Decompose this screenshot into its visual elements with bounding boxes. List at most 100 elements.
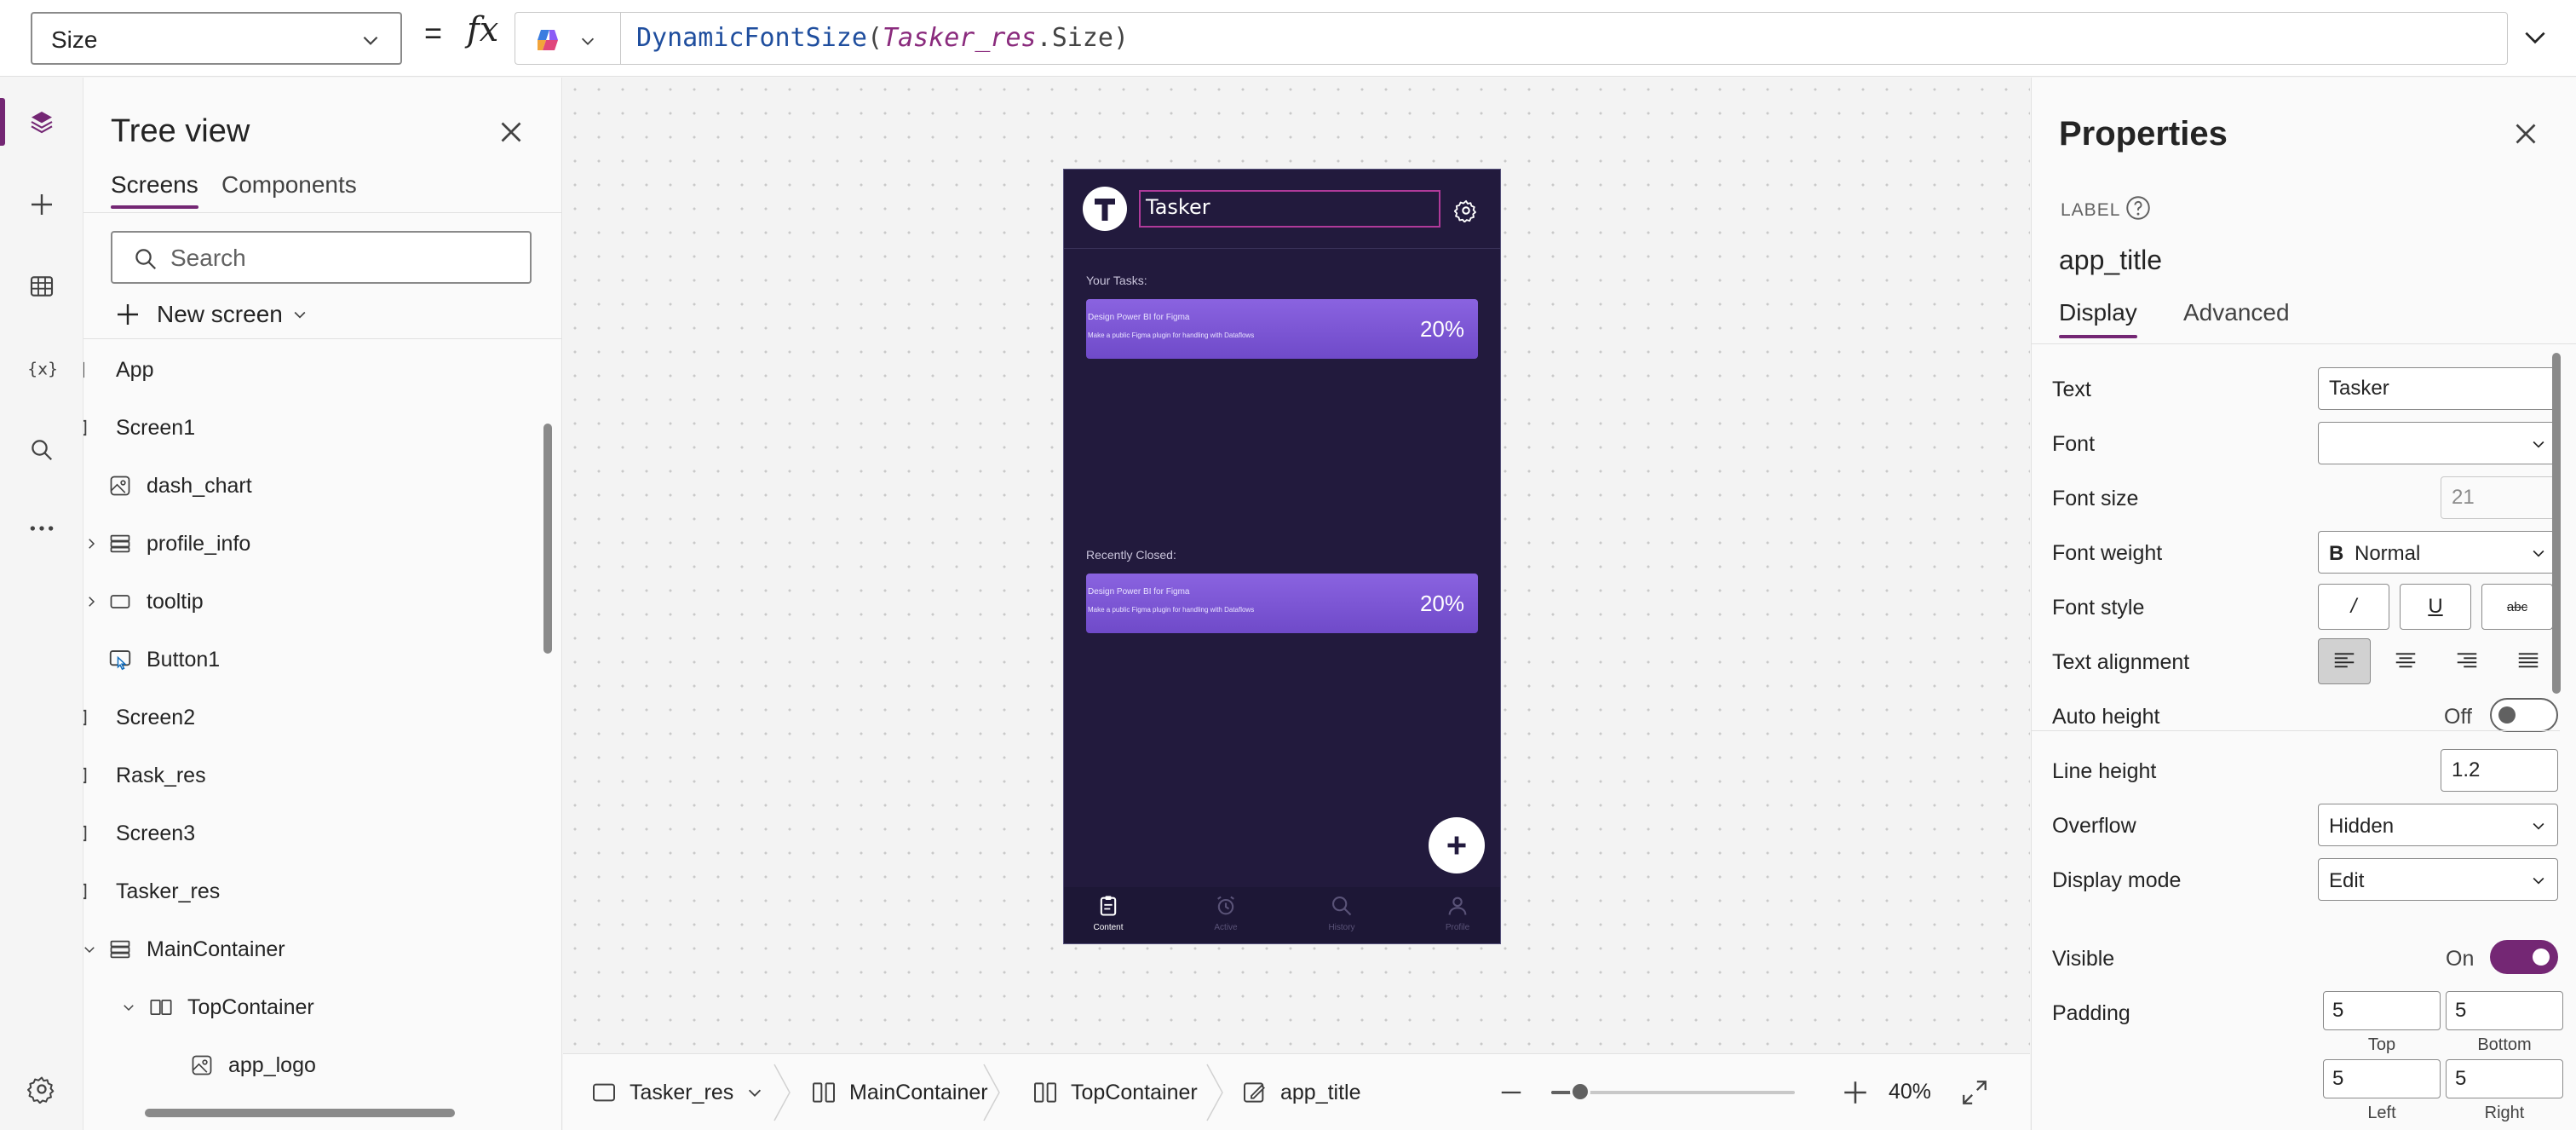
control-type: LABEL [2061,200,2121,220]
chevron-down-icon[interactable] [83,942,97,957]
search-button[interactable] [20,429,63,471]
text-input[interactable]: Tasker [2318,367,2558,410]
scrollbar-thumb[interactable] [145,1109,455,1117]
copilot-button[interactable] [515,12,620,65]
tree-node-dash-chart[interactable]: dash_chart [106,458,252,514]
formula-input[interactable]: DynamicFontSize(Tasker_res.Size) [620,12,2508,65]
breadcrumb-app-title[interactable]: app_title [1241,1075,1361,1110]
align-center-button[interactable] [2379,638,2432,684]
italic-button[interactable]: / [2318,584,2389,630]
label-edit-icon [1244,1082,1265,1103]
breadcrumb-screen[interactable]: Tasker_res [590,1075,764,1110]
chevron-right-icon[interactable] [83,594,99,609]
task-card[interactable]: Design Power BI for Figma Make a public … [1086,299,1478,359]
close-icon[interactable] [2510,118,2541,149]
task-subtitle: Make a public Figma plugin for handling … [1088,606,1255,614]
display-mode-dropdown[interactable]: Edit [2318,858,2558,901]
tree-node-screen3[interactable]: Screen3 [83,805,195,862]
task-card[interactable]: Design Power BI for Figma Make a public … [1086,574,1478,633]
zoom-in-icon[interactable] [1841,1078,1870,1107]
display-mode-value: Edit [2329,869,2365,892]
padding-top-input[interactable]: 5 [2323,991,2441,1030]
font-size-input[interactable]: 21 [2441,476,2558,519]
properties-scrollbar[interactable] [2552,353,2561,694]
tab-display[interactable]: Display [2059,299,2137,338]
prop-row-padding: Padding 5 5 Top Bottom 5 5 Left Right [2052,988,2563,1124]
zoom-slider[interactable] [1551,1081,1795,1102]
align-justify-button[interactable] [2502,638,2555,684]
tree-node-top-container[interactable]: TopContainer [124,979,314,1035]
data-button[interactable] [20,265,63,308]
tree-horizontal-scrollbar[interactable] [83,1105,543,1121]
tree-node-profile-info[interactable]: profile_info [89,516,250,572]
tree-node-app[interactable]: App [83,342,153,398]
prop-row-overflow: Overflow Hidden [2052,800,2560,851]
chevron-down-icon[interactable] [2521,24,2549,51]
chevron-down-icon[interactable] [121,1000,136,1015]
tree-node-button1[interactable]: Button1 [106,631,220,688]
nav-label: Content [1093,923,1124,932]
scrollbar-thumb[interactable] [543,424,552,654]
tree-node-screen1[interactable]: Screen1 [83,400,195,456]
chevron-down-icon [2533,822,2544,830]
padding-right-input[interactable]: 5 [2446,1059,2563,1098]
help-icon[interactable] [2124,193,2153,222]
tree-node-tasker-res[interactable]: Tasker_res [83,863,220,920]
insert-button[interactable] [20,183,63,226]
tree-node-screen2[interactable]: Screen2 [83,689,195,746]
align-left-button[interactable] [2318,638,2371,684]
formula-bar: Size = fx DynamicFontSize(Tasker_res.Siz… [0,0,2576,77]
app-title-label[interactable]: Tasker [1139,190,1440,228]
more-button[interactable] [20,507,63,550]
visible-toggle[interactable] [2490,940,2558,974]
font-dropdown[interactable] [2318,422,2558,464]
underline-button[interactable]: U [2400,584,2471,630]
auto-height-toggle[interactable] [2490,698,2558,732]
breadcrumb-main-container[interactable]: MainContainer [810,1075,988,1110]
padding-bottom-input[interactable]: 5 [2446,991,2563,1030]
your-tasks-heading: Your Tasks: [1086,274,1147,287]
gear-icon[interactable] [1454,199,1478,222]
app-logo[interactable] [1083,187,1127,231]
tree-search-input[interactable] [170,239,511,277]
property-dropdown[interactable]: Size [31,12,402,65]
font-weight-dropdown[interactable]: B Normal [2318,531,2558,574]
fit-to-window-icon[interactable] [1960,1078,1989,1107]
left-rail: {x} [0,78,83,1130]
overflow-dropdown[interactable]: Hidden [2318,804,2558,846]
divider [83,212,561,213]
nav-history[interactable]: History [1308,894,1376,932]
app-preview[interactable]: Tasker Your Tasks: Design Power BI for F… [1063,169,1501,944]
tree-node-tooltip[interactable]: tooltip [89,574,204,630]
tab-screens[interactable]: Screens [111,171,198,209]
close-icon[interactable] [496,117,526,147]
zoom-out-icon[interactable] [1498,1080,1524,1105]
breadcrumb-top-container[interactable]: TopContainer [1032,1075,1198,1110]
tree-node-main-container[interactable]: MainContainer [84,921,285,977]
chevron-right-icon[interactable] [83,536,99,551]
strikethrough-button[interactable]: abc [2481,584,2553,630]
tree-node-rask-res[interactable]: Rask_res [83,747,206,804]
image-icon [106,471,135,500]
variables-button[interactable]: {x} [20,347,63,389]
add-task-button[interactable] [1429,817,1485,873]
new-screen-button[interactable]: New screen [114,296,308,333]
tab-advanced[interactable]: Advanced [2183,299,2290,326]
tree-search-box[interactable] [111,231,532,284]
nav-profile[interactable]: Profile [1423,894,1492,932]
design-canvas[interactable]: Tasker Your Tasks: Design Power BI for F… [563,78,2030,1053]
align-right-button[interactable] [2441,638,2493,684]
nav-content[interactable]: Content [1074,894,1142,932]
prop-row-line-height: Line height 1.2 [2052,746,2560,797]
zoom-slider-knob[interactable] [1570,1081,1591,1102]
line-height-input[interactable]: 1.2 [2441,749,2558,792]
tree-vertical-scrollbar[interactable] [543,342,552,1092]
nav-active[interactable]: Active [1192,894,1260,932]
tab-components[interactable]: Components [221,171,357,199]
breadcrumb-separator [1206,1064,1223,1121]
tree-view-button[interactable] [20,101,63,143]
settings-button[interactable] [20,1068,63,1110]
tree-node-app-logo[interactable]: app_logo [187,1037,316,1093]
padding-left-input[interactable]: 5 [2323,1059,2441,1098]
formula-argument: Tasker_res [883,23,1037,53]
